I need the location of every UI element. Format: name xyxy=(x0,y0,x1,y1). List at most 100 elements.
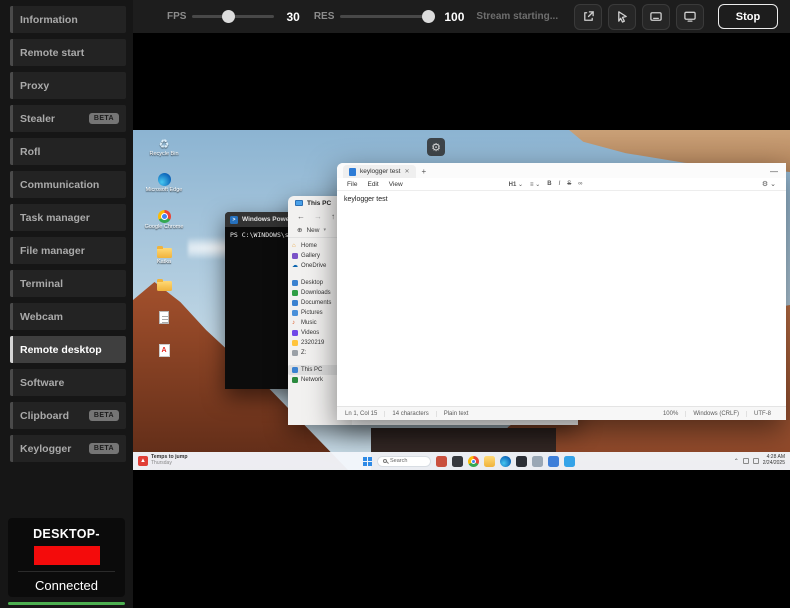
sidebar-item-label: Stealer xyxy=(20,113,55,125)
open-external-button[interactable] xyxy=(574,4,602,30)
sidebar-item-software[interactable]: Software xyxy=(10,369,126,396)
pictures-folder-icon xyxy=(292,310,298,316)
volume-icon[interactable] xyxy=(753,458,759,464)
desktop-icon-document[interactable] xyxy=(141,311,187,325)
notepad-tab-title: keylogger test xyxy=(360,168,400,175)
recycle-bin-icon: ♻ xyxy=(159,138,170,150)
settings-gear-overlay[interactable]: ⚙ xyxy=(427,138,445,156)
fullscreen-display-button[interactable] xyxy=(676,4,704,30)
sidebar-item-proxy[interactable]: Proxy xyxy=(10,72,126,99)
folder-icon xyxy=(157,248,172,258)
taskbar-app-icon-3[interactable] xyxy=(516,456,527,467)
notepad-status-bar: Ln 1, Col 15 14 characters Plain text 10… xyxy=(337,406,786,420)
up-icon[interactable]: ↑ xyxy=(331,212,335,221)
document-type: Plain text xyxy=(437,411,476,417)
client-hostname: DESKTOP- xyxy=(8,527,125,541)
documents-folder-icon xyxy=(292,300,298,306)
taskbar-app-icon-1[interactable] xyxy=(436,456,447,467)
sidebar-item-task-manager[interactable]: Task manager xyxy=(10,204,126,231)
fps-slider[interactable] xyxy=(192,15,274,18)
desktop-icon-pdf[interactable]: A xyxy=(141,344,187,358)
menu-view[interactable]: View xyxy=(389,181,403,188)
music-folder-icon: ♪ xyxy=(292,320,298,326)
taskbar-clock[interactable]: 4:28 AM 2/24/2025 xyxy=(763,455,785,467)
sidebar-item-rofl[interactable]: Rofl xyxy=(10,138,126,165)
notepad-text-area[interactable]: keylogger test xyxy=(337,191,786,406)
taskbar-edge-icon[interactable] xyxy=(500,456,511,467)
res-value: 100 xyxy=(444,10,464,24)
desktop-icon-label: Google Chrome xyxy=(145,224,184,230)
notepad-window[interactable]: keylogger test ✕ + — File Edit View H1 ⌄… xyxy=(337,163,786,420)
taskbar-search[interactable]: Search xyxy=(377,456,431,467)
new-tab-icon[interactable]: + xyxy=(422,167,427,176)
remote-cursor-button[interactable] xyxy=(608,4,636,30)
heading-dropdown[interactable]: H1 ⌄ xyxy=(509,181,523,188)
sidebar-item-file-manager[interactable]: File manager xyxy=(10,237,126,264)
desktop-icon-edge[interactable]: Microsoft Edge xyxy=(141,173,187,193)
fps-label: FPS xyxy=(167,11,186,22)
redacted-hostname-block xyxy=(34,546,100,565)
stream-status-text: Stream starting... xyxy=(476,11,558,22)
screenshot-button[interactable] xyxy=(642,4,670,30)
bold-button[interactable]: B xyxy=(547,181,551,187)
link-icon[interactable]: ∞ xyxy=(578,181,582,187)
downloads-folder-icon xyxy=(292,290,298,296)
desktop-icon-recycle-bin[interactable]: ♻ Recycle Bin xyxy=(141,138,187,157)
sidebar-item-webcam[interactable]: Webcam xyxy=(10,303,126,330)
new-icon[interactable]: ⊕ xyxy=(297,226,302,234)
menu-file[interactable]: File xyxy=(347,181,357,188)
notepad-tab[interactable]: keylogger test ✕ xyxy=(343,165,416,178)
cursor-position: Ln 1, Col 15 xyxy=(345,411,385,417)
sidebar-item-stealer[interactable]: StealerBETA xyxy=(10,105,126,132)
taskbar-chrome-icon[interactable] xyxy=(468,456,479,467)
sidebar-item-terminal[interactable]: Terminal xyxy=(10,270,126,297)
stream-toolbar: FPS 30 RES 100 Stream starting... xyxy=(133,0,790,33)
onedrive-icon: ☁ xyxy=(292,263,298,269)
sidebar-item-remote-start[interactable]: Remote start xyxy=(10,39,126,66)
stop-stream-button[interactable]: Stop xyxy=(718,4,778,29)
menu-edit[interactable]: Edit xyxy=(367,181,378,188)
zoom-level[interactable]: 100% xyxy=(656,411,686,417)
chevron-down-icon: ▾ xyxy=(323,227,326,233)
remote-desktop-view[interactable]: ⚙ ♻ Recycle Bin Microsoft Edge Google Ch… xyxy=(133,130,790,470)
folder-icon xyxy=(157,281,172,291)
sidebar-item-label: Information xyxy=(20,14,78,26)
taskbar-app-icon-2[interactable] xyxy=(452,456,463,467)
minimize-icon[interactable]: — xyxy=(770,167,780,176)
desktop-icon-chrome[interactable]: Google Chrome xyxy=(141,210,187,230)
res-slider-thumb[interactable] xyxy=(422,10,435,23)
start-button[interactable] xyxy=(363,457,372,466)
taskbar-notepad-icon[interactable] xyxy=(564,456,575,467)
desktop-icon-folder[interactable]: Katka xyxy=(141,245,187,265)
sidebar-item-label: Communication xyxy=(20,179,99,191)
fps-slider-thumb[interactable] xyxy=(222,10,235,23)
desktop-icon-folder-2[interactable] xyxy=(141,278,187,292)
connection-indicator-bar xyxy=(8,602,125,605)
edge-icon xyxy=(158,173,171,186)
sidebar-item-keylogger[interactable]: KeyloggerBETA xyxy=(10,435,126,462)
list-dropdown[interactable]: ≡ ⌄ xyxy=(530,181,540,188)
sidebar-item-remote-desktop[interactable]: Remote desktop xyxy=(10,336,126,363)
italic-button[interactable]: I xyxy=(559,181,561,187)
tray-chevron-icon[interactable]: ⌃ xyxy=(734,458,739,465)
open-external-icon xyxy=(582,10,595,23)
close-tab-icon[interactable]: ✕ xyxy=(404,168,409,175)
taskbar-app-icon-5[interactable] xyxy=(548,456,559,467)
res-slider[interactable] xyxy=(340,15,434,18)
strikethrough-button[interactable]: S xyxy=(567,181,571,187)
taskbar-file-explorer-icon[interactable] xyxy=(484,456,495,467)
sidebar-item-label: Keylogger xyxy=(20,443,71,455)
desktop-icon-label: Recycle Bin xyxy=(149,151,178,157)
sidebar-item-communication[interactable]: Communication xyxy=(10,171,126,198)
sidebar-item-information[interactable]: Information xyxy=(10,6,126,33)
new-button[interactable]: New xyxy=(306,227,319,234)
sidebar-item-clipboard[interactable]: ClipboardBETA xyxy=(10,402,126,429)
back-icon[interactable]: ← xyxy=(297,212,305,221)
notepad-settings-gear-icon[interactable]: ⚙ ⌄ xyxy=(762,180,776,188)
chrome-icon xyxy=(158,210,171,223)
weather-widget[interactable]: ▲ Temps to jump Thursday xyxy=(138,455,188,466)
network-icon[interactable] xyxy=(743,458,749,464)
cursor-icon xyxy=(616,10,629,23)
taskbar-app-icon-4[interactable] xyxy=(532,456,543,467)
forward-icon[interactable]: → xyxy=(314,212,322,221)
